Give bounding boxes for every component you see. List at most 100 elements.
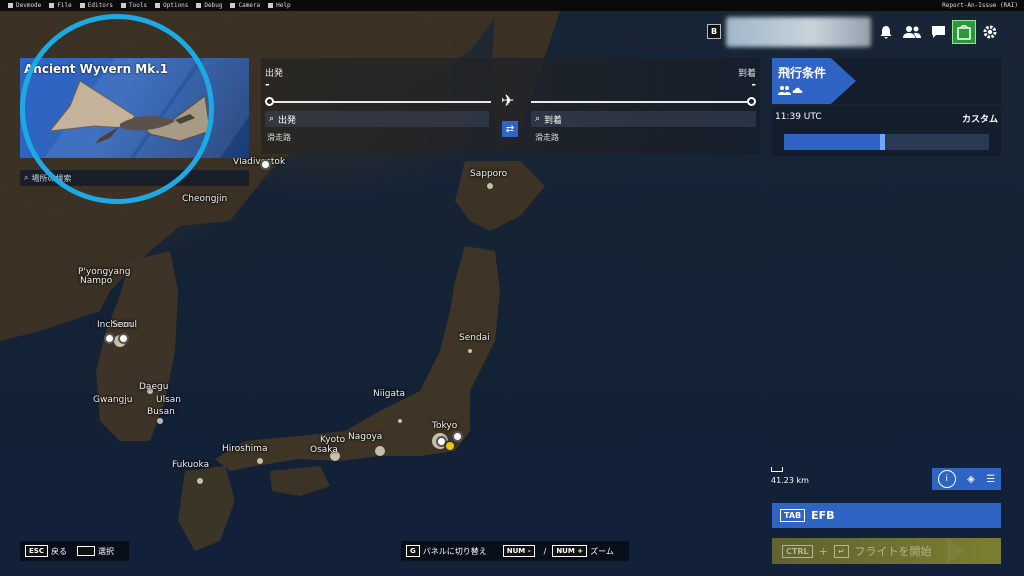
marketplace-icon[interactable] — [952, 20, 976, 44]
space-key — [76, 546, 95, 556]
scale-label: 41.23 km — [771, 476, 809, 485]
weather-people-icon — [778, 85, 804, 98]
route-panel: 出発 到着 - - ✈ ⌕ 出発 ⇄ ⌕ 到着 滑走路 滑走路 — [261, 58, 760, 154]
city-label: Fukuoka — [172, 460, 210, 470]
map-scale: 41.23 km — [771, 467, 809, 485]
pencil-icon — [79, 3, 85, 8]
devbar-label: Debug — [204, 2, 223, 9]
devbar-label: File — [57, 2, 72, 9]
bell-icon[interactable] — [874, 20, 898, 44]
devbar-label: Help — [276, 2, 291, 9]
nav-hints: ESC 戻る 選択 — [20, 541, 129, 561]
flight-conditions-panel[interactable]: 飛行条件 — [772, 58, 1001, 104]
search-icon: ⌕ — [24, 173, 29, 182]
aircraft-position-icon[interactable] — [444, 440, 456, 452]
num-plus-key: NUM + — [552, 545, 588, 557]
devbar-item-devmode[interactable]: Devmode — [8, 2, 41, 9]
select-label[interactable]: 選択 — [98, 546, 114, 557]
devbar-item-help[interactable]: Help — [268, 2, 291, 9]
wyvern-aircraft-image — [48, 80, 211, 144]
plus-sign: + — [818, 544, 828, 558]
city-label: Nagoya — [348, 432, 383, 442]
search-icon: ⌕ — [535, 114, 541, 124]
layers-icon[interactable]: ◈ — [967, 474, 975, 485]
time-slider[interactable] — [784, 134, 989, 150]
time-of-day-panel: 11:39 UTC カスタム — [772, 106, 1001, 156]
top-icon-bar — [874, 20, 1002, 44]
swap-icon: ⇄ — [505, 123, 515, 135]
route-line — [274, 101, 491, 103]
gear-icon — [155, 3, 161, 8]
departure-search-field[interactable]: ⌕ 出発 — [265, 111, 489, 127]
zoom-separator: / — [543, 546, 547, 556]
city-label: Tokyo — [432, 421, 458, 431]
aircraft-selection-panel[interactable]: Ancient Wyvern Mk.1 — [20, 58, 249, 158]
city-label: Sendai — [459, 333, 490, 343]
help-icon — [268, 3, 274, 8]
map-tools: i ◈ ☰ — [932, 468, 1001, 490]
devbar-item-tools[interactable]: Tools — [121, 2, 147, 9]
panel-zoom-hints: G パネルに切り替え NUM - / NUM + ズーム — [401, 541, 629, 561]
arrival-runway[interactable]: 滑走路 — [535, 132, 559, 143]
code-icon — [196, 3, 202, 8]
airport-marker[interactable] — [260, 159, 271, 170]
switch-panel-label[interactable]: パネルに切り替え — [423, 546, 487, 557]
efb-label: EFB — [811, 509, 835, 522]
devbar-item-debug[interactable]: Debug — [196, 2, 222, 9]
report-issue-link[interactable]: Report-An-Issue (RAI) — [942, 2, 1018, 9]
city-label: Seoul — [112, 320, 137, 330]
start-flight-button[interactable]: CTRL + ↵ フライトを開始 — [772, 538, 1001, 564]
devbar-label: Devmode — [16, 2, 42, 9]
devbar-item-file[interactable]: File — [49, 2, 72, 9]
city-label: Gwangju — [93, 395, 133, 405]
chat-icon[interactable] — [926, 20, 950, 44]
zoom-label[interactable]: ズーム — [590, 546, 614, 557]
arrival-field-label: 到着 — [544, 115, 563, 126]
devbar-label: Editors — [87, 2, 114, 9]
time-slider-fill — [784, 134, 883, 150]
departure-dot — [265, 97, 274, 106]
arrival-dot — [747, 97, 756, 106]
aircraft-name: Ancient Wyvern Mk.1 — [24, 62, 169, 76]
esc-key: ESC — [25, 545, 48, 557]
arrival-search-field[interactable]: ⌕ 到着 — [531, 111, 756, 127]
city-label: Cheongjin — [182, 194, 228, 204]
enter-key: ↵ — [833, 544, 849, 558]
airport-marker[interactable] — [104, 333, 115, 344]
departure-runway[interactable]: 滑走路 — [267, 132, 291, 143]
departure-value: - — [265, 78, 270, 91]
g-key: G — [406, 545, 420, 557]
profile-banner[interactable] — [726, 17, 871, 47]
list-icon[interactable]: ☰ — [986, 474, 995, 485]
back-label[interactable]: 戻る — [51, 546, 67, 557]
city-label: Nampo — [80, 276, 113, 286]
departure-field-label: 出発 — [278, 115, 297, 126]
city-label: Vladivostok — [233, 157, 286, 167]
devbar-item-editors[interactable]: Editors — [79, 2, 114, 9]
conditions-mode: カスタム — [961, 115, 998, 125]
devbar-item-options[interactable]: Options — [155, 2, 188, 9]
scale-bar — [771, 467, 783, 472]
dev-menu-bar: Devmode File Editors Tools Options Debug… — [0, 0, 1024, 11]
efb-button[interactable]: TAB EFB — [772, 503, 1001, 528]
location-search-input[interactable]: ⌕ 場所の検索 — [20, 170, 249, 186]
camera-icon — [230, 3, 236, 8]
gear-icon[interactable] — [978, 20, 1002, 44]
route-line — [531, 101, 747, 103]
flight-conditions-title: 飛行条件 — [778, 66, 827, 80]
info-icon[interactable]: i — [937, 470, 956, 488]
airport-marker[interactable] — [118, 333, 129, 344]
city-label: Daegu — [139, 382, 169, 392]
devbar-item-camera[interactable]: Camera — [230, 2, 260, 9]
city-label: Niigata — [373, 389, 406, 399]
search-icon: ⌕ — [269, 114, 275, 124]
swap-route-button[interactable]: ⇄ — [502, 121, 518, 137]
start-flight-label: フライトを開始 — [854, 545, 932, 558]
time-slider-thumb[interactable] — [880, 134, 886, 150]
devbar-label: Options — [163, 2, 189, 9]
devbar-label: Camera — [238, 2, 261, 9]
city-label: Hiroshima — [222, 444, 268, 454]
key-b-hint: B — [707, 24, 721, 39]
utc-time: 11:39 UTC — [775, 112, 822, 122]
users-icon[interactable] — [900, 20, 924, 44]
